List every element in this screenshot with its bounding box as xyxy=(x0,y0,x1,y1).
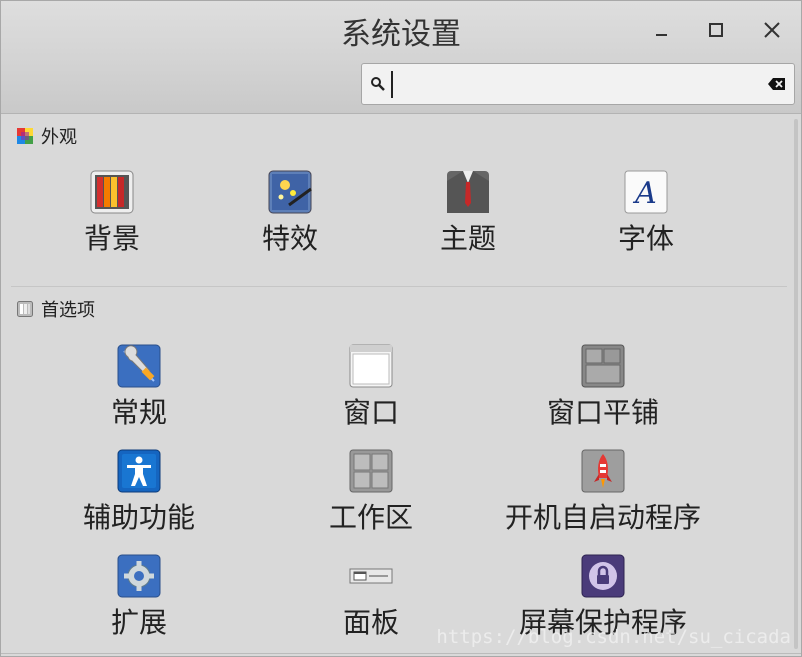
backgrounds-icon xyxy=(89,169,135,215)
watermark: https://blog.csdn.net/su_cicada xyxy=(436,626,791,648)
section-title: 外观 xyxy=(41,127,77,148)
applet-label: 工作区 xyxy=(328,501,413,534)
workspaces-icon xyxy=(348,448,394,494)
applet-backgrounds[interactable]: 背景 xyxy=(12,169,212,257)
text-cursor xyxy=(391,71,393,98)
scrollbar[interactable] xyxy=(794,119,798,649)
svg-text:A: A xyxy=(632,176,657,211)
section-header-appearance: 外观 xyxy=(17,124,77,148)
search-box[interactable] xyxy=(361,63,795,105)
search-icon xyxy=(371,77,385,91)
applet-label: 窗口 xyxy=(342,396,399,429)
system-settings-window: 系统设置 外观 背景 特效 主题 A 字体 首选项 常规 窗口 窗口平铺 辅助功… xyxy=(0,0,802,657)
minimize-button[interactable] xyxy=(647,15,677,45)
applet-general[interactable]: 常规 xyxy=(39,343,239,431)
accessibility-icon xyxy=(116,448,162,494)
applet-window-tiling[interactable]: 窗口平铺 xyxy=(503,343,703,431)
window-tiling-icon xyxy=(580,343,626,389)
startup-applications-icon xyxy=(580,448,626,494)
panel-icon xyxy=(348,553,394,599)
applet-label: 字体 xyxy=(617,222,674,255)
effects-icon xyxy=(267,169,313,215)
applet-label: 开机自启动程序 xyxy=(504,501,701,534)
section-divider xyxy=(11,286,787,287)
clear-search-icon[interactable] xyxy=(768,77,786,91)
close-button[interactable] xyxy=(757,15,787,45)
extensions-icon xyxy=(116,553,162,599)
applet-accessibility[interactable]: 辅助功能 xyxy=(39,448,239,536)
themes-icon xyxy=(445,169,491,215)
section-title: 首选项 xyxy=(41,300,95,321)
section-header-preferences: 首选项 xyxy=(17,297,95,321)
titlebar[interactable]: 系统设置 xyxy=(1,1,801,114)
close-icon xyxy=(764,22,780,38)
preferences-icon xyxy=(17,301,33,317)
fonts-icon: A xyxy=(623,169,669,215)
screensaver-icon xyxy=(580,553,626,599)
applet-workspaces[interactable]: 工作区 xyxy=(271,448,471,536)
bottom-border xyxy=(1,653,801,654)
applet-startup-applications[interactable]: 开机自启动程序 xyxy=(503,448,703,536)
applet-label: 主题 xyxy=(439,222,496,255)
applet-windows[interactable]: 窗口 xyxy=(271,343,471,431)
appearance-icon xyxy=(17,128,33,144)
applet-label: 扩展 xyxy=(110,606,167,639)
applet-fonts[interactable]: A 字体 xyxy=(546,169,746,257)
applet-label: 背景 xyxy=(83,222,140,255)
applet-label: 特效 xyxy=(261,222,318,255)
applet-themes[interactable]: 主题 xyxy=(368,169,568,257)
windows-icon xyxy=(348,343,394,389)
window-title: 系统设置 xyxy=(341,17,461,52)
maximize-button[interactable] xyxy=(701,15,731,45)
applet-effects[interactable]: 特效 xyxy=(190,169,390,257)
applet-label: 辅助功能 xyxy=(82,501,195,534)
general-icon xyxy=(116,343,162,389)
applet-label: 窗口平铺 xyxy=(546,396,659,429)
applet-label: 常规 xyxy=(110,396,167,429)
applet-extensions[interactable]: 扩展 xyxy=(39,553,239,641)
search-input[interactable] xyxy=(396,70,760,100)
